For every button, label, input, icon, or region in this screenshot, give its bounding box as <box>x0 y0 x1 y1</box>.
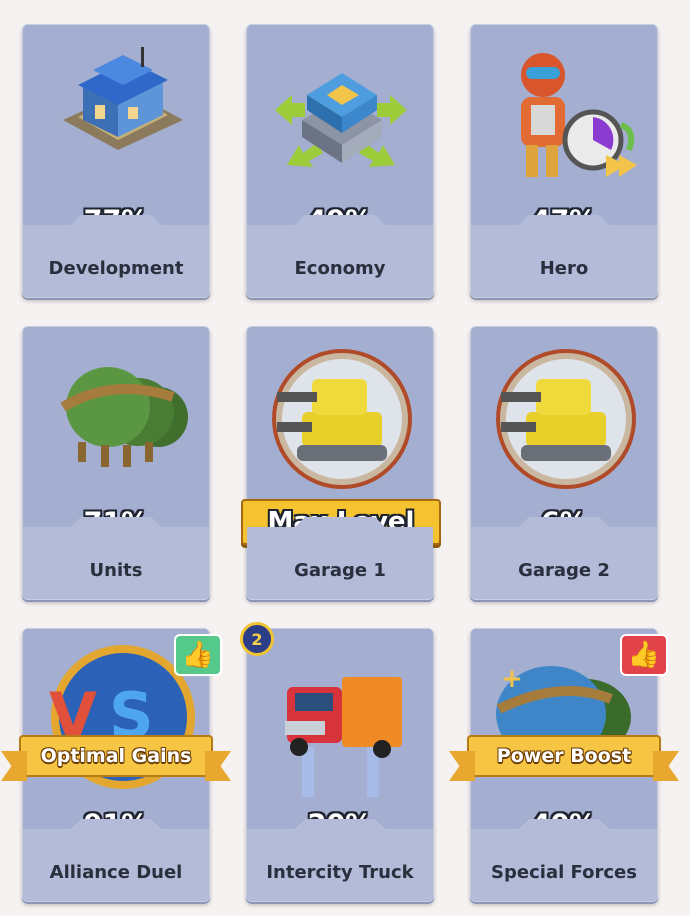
card-label: Hero <box>539 258 589 279</box>
card-label: Garage 1 <box>294 560 386 581</box>
thumbs-up-icon: 👍 <box>174 634 222 676</box>
card-development[interactable]: 77% Development <box>22 24 210 298</box>
card-intercity-truck[interactable]: 20% Intercity Truck <box>246 628 434 902</box>
card-label: Economy <box>294 258 386 279</box>
svg-text:+: + <box>501 664 523 694</box>
card-units[interactable]: 71% Units <box>22 326 210 600</box>
optimal-gains-ribbon: Optimal Gains <box>19 735 213 777</box>
house-icon <box>23 25 209 205</box>
card-economy[interactable]: 49% Economy <box>246 24 434 298</box>
truck-icon <box>247 629 433 809</box>
helmet-stack-icon <box>23 327 209 507</box>
tank-icon <box>471 327 657 507</box>
card-label: Special Forces <box>491 862 637 883</box>
card-label: Development <box>48 258 184 279</box>
card-label: Units <box>89 560 143 581</box>
tank-icon <box>247 327 433 507</box>
power-boost-ribbon: Power Boost <box>467 735 661 777</box>
card-garage-1[interactable]: Max Level Garage 1 <box>241 326 441 600</box>
card-label: Intercity Truck <box>266 862 414 883</box>
card-hero[interactable]: 47% Hero <box>470 24 658 298</box>
card-label: Alliance Duel <box>49 862 183 883</box>
count-badge: 2 <box>240 622 274 656</box>
hero-clock-icon <box>471 25 657 205</box>
card-garage-2[interactable]: 6% Garage 2 <box>470 326 658 600</box>
headquarters-icon <box>247 25 433 205</box>
thumbs-up-icon: 👍 <box>620 634 668 676</box>
card-label: Garage 2 <box>518 560 610 581</box>
